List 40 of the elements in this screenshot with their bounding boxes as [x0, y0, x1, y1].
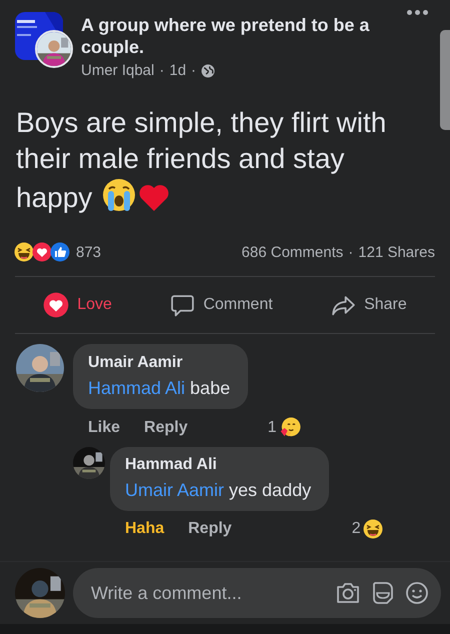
globe-icon [201, 64, 216, 78]
reply-button[interactable]: Reply [188, 520, 232, 538]
post-text: Boys are simple, they flirt with their male friends and stay happy [15, 106, 388, 215]
laughing-reaction-icon [362, 519, 383, 539]
share-action-button[interactable]: Share [321, 288, 417, 322]
love-action-button[interactable]: Love [33, 288, 122, 322]
group-name[interactable]: A group where we pretend to be a couple. [81, 14, 410, 58]
hugging-face-icon [278, 417, 300, 439]
comment-text: babe [190, 378, 230, 398]
separator-dot: · [159, 62, 164, 79]
sticker-icon[interactable] [371, 580, 395, 606]
speech-bubble-icon [170, 292, 196, 318]
mention-link[interactable]: Hammad Ali [88, 378, 186, 398]
mention-link[interactable]: Umair Aamir [125, 480, 224, 500]
separator-dot: · [348, 244, 354, 260]
reaction-count[interactable]: 1 [268, 419, 276, 437]
comment-count[interactable]: 686 Comments [242, 244, 344, 260]
comment-action-button[interactable]: Comment [160, 288, 283, 322]
post-time[interactable]: 1d [169, 62, 186, 79]
commenter-name[interactable]: Hammad Ali [125, 456, 312, 474]
thumbs-up-reaction-icon [50, 242, 70, 262]
camera-icon[interactable] [335, 581, 361, 605]
reaction-count[interactable]: 2 [352, 520, 361, 538]
scrollbar[interactable] [440, 30, 450, 130]
author-name[interactable]: Umer Iqbal [81, 62, 154, 79]
comment-input-field[interactable]: Write a comment... [89, 582, 325, 604]
heart-icon [138, 183, 170, 213]
heart-reaction-icon [32, 242, 52, 262]
reaction-count[interactable]: 873 [76, 244, 102, 260]
comment-text: yes daddy [229, 480, 312, 500]
more-options-icon[interactable] [407, 10, 428, 15]
share-count[interactable]: 121 Shares [358, 244, 435, 260]
commenter-name[interactable]: Umair Aamir [88, 354, 230, 372]
separator-dot: · [191, 62, 196, 79]
laughing-reaction-icon [14, 242, 34, 262]
reply-button[interactable]: Reply [144, 419, 188, 437]
smiley-icon[interactable] [405, 581, 429, 605]
comment-field[interactable]: Write a comment... [73, 568, 441, 618]
reaction-button[interactable]: Like [88, 419, 120, 437]
reaction-button[interactable]: Haha [125, 520, 164, 538]
